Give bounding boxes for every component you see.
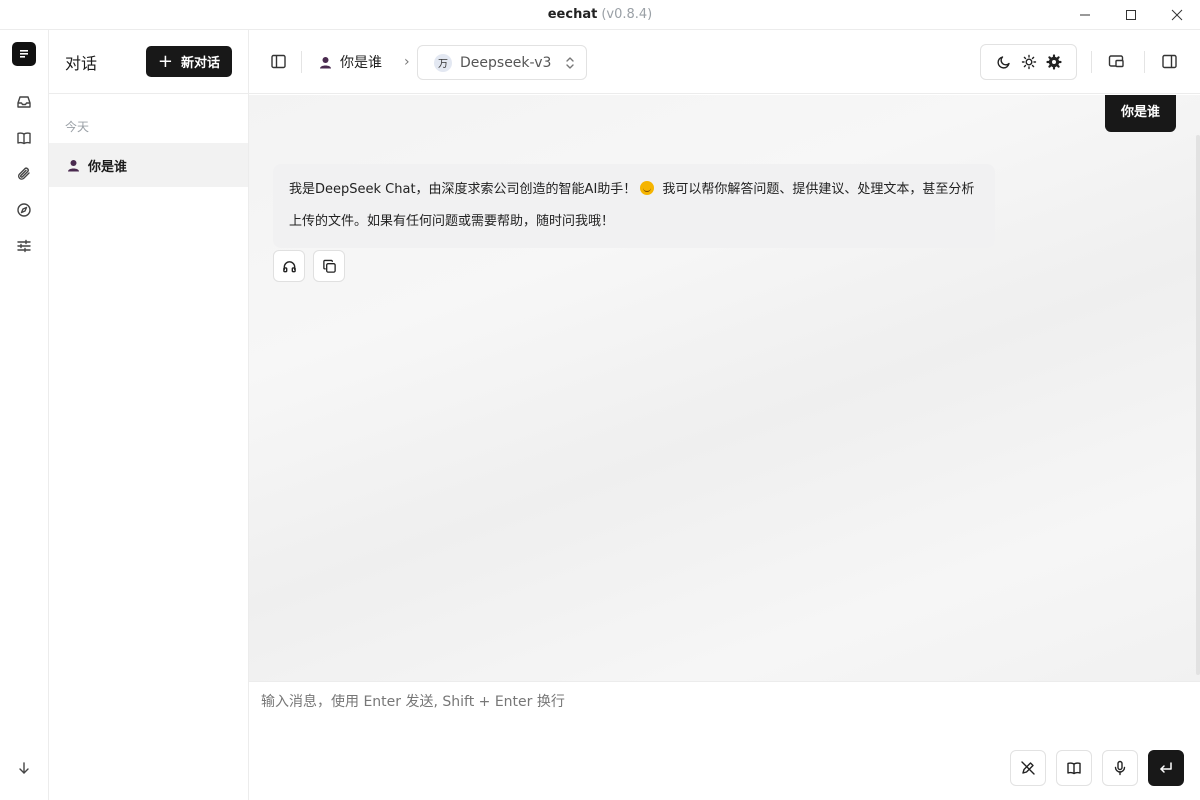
microphone-icon bbox=[1114, 760, 1126, 776]
close-icon bbox=[1171, 9, 1183, 21]
theme-toggle-group bbox=[980, 44, 1077, 80]
window-icon[interactable] bbox=[1108, 53, 1125, 70]
sidebar-right-icon[interactable] bbox=[1161, 53, 1178, 70]
minimize-icon bbox=[1080, 14, 1090, 16]
voice-input-button[interactable] bbox=[1102, 750, 1138, 786]
main-panel: 你是谁 › 万 Deepseek-v3 你是谁 我是DeepSeek Chat，… bbox=[249, 30, 1200, 800]
book-icon bbox=[1067, 762, 1081, 775]
edit-off-button[interactable] bbox=[1010, 750, 1046, 786]
message-composer bbox=[249, 681, 1200, 800]
smile-emoji-icon bbox=[640, 181, 655, 195]
model-selector[interactable]: 万 Deepseek-v3 bbox=[417, 45, 587, 80]
copy-icon bbox=[322, 259, 336, 273]
model-name: Deepseek-v3 bbox=[460, 54, 552, 71]
icon-rail bbox=[0, 30, 49, 800]
arrow-down-icon[interactable] bbox=[14, 758, 34, 778]
minimize-button[interactable] bbox=[1062, 0, 1108, 30]
divider bbox=[301, 51, 302, 73]
conversation-item[interactable]: 你是谁 bbox=[49, 143, 248, 187]
send-button[interactable] bbox=[1148, 750, 1184, 786]
user-icon bbox=[67, 159, 80, 172]
copy-button[interactable] bbox=[313, 250, 345, 282]
app-version: (v0.8.4) bbox=[601, 7, 653, 22]
maximize-button[interactable] bbox=[1108, 0, 1154, 30]
gear-icon[interactable] bbox=[1045, 54, 1062, 70]
new-chat-label: 新对话 bbox=[180, 56, 220, 71]
divider bbox=[1091, 51, 1092, 73]
assistant-message-text: 我是DeepSeek Chat，由深度求索公司创造的智能AI助手！ bbox=[289, 182, 637, 197]
new-chat-button[interactable]: + 新对话 bbox=[145, 46, 232, 77]
user-message: 你是谁 bbox=[1104, 95, 1176, 132]
chevron-updown-icon bbox=[564, 55, 576, 71]
app-title: eechat bbox=[547, 7, 598, 22]
moon-icon[interactable] bbox=[996, 54, 1012, 70]
user-icon bbox=[319, 56, 332, 69]
sidebar-title: 对话 bbox=[65, 53, 98, 73]
paperclip-icon[interactable] bbox=[14, 164, 34, 184]
read-aloud-button[interactable] bbox=[273, 250, 305, 282]
chevron-right-icon: › bbox=[404, 54, 410, 70]
sidebar-header: 对话 + 新对话 bbox=[49, 30, 248, 94]
sun-icon[interactable] bbox=[1021, 54, 1037, 70]
close-button[interactable] bbox=[1154, 0, 1200, 30]
breadcrumb: 你是谁 › bbox=[319, 52, 410, 72]
divider bbox=[1144, 51, 1145, 73]
assistant-message: 我是DeepSeek Chat，由深度求索公司创造的智能AI助手！ 我可以帮你解… bbox=[273, 164, 995, 248]
maximize-icon bbox=[1126, 10, 1136, 20]
top-bar: 你是谁 › 万 Deepseek-v3 bbox=[249, 30, 1200, 94]
compass-icon[interactable] bbox=[14, 200, 34, 220]
send-icon bbox=[1160, 762, 1172, 773]
conversation-sidebar: 对话 + 新对话 今天 你是谁 bbox=[49, 30, 249, 800]
sidebar-toggle-icon[interactable] bbox=[270, 53, 287, 70]
model-avatar: 万 bbox=[434, 53, 452, 72]
scrollbar[interactable] bbox=[1196, 135, 1200, 675]
book-icon[interactable] bbox=[14, 128, 34, 148]
window-controls bbox=[1062, 0, 1200, 30]
sliders-icon[interactable] bbox=[14, 236, 34, 256]
headphones-icon bbox=[282, 260, 296, 272]
group-label-today: 今天 bbox=[65, 120, 90, 134]
conversation-title: 你是谁 bbox=[88, 159, 128, 175]
edit-off-icon bbox=[1021, 761, 1035, 775]
breadcrumb-title[interactable]: 你是谁 bbox=[340, 52, 382, 72]
notes-logo-icon[interactable] bbox=[12, 42, 36, 66]
plus-icon: + bbox=[157, 50, 173, 72]
message-input[interactable] bbox=[261, 690, 1181, 714]
title-bar: eechat (v0.8.4) bbox=[0, 0, 1200, 30]
chat-area[interactable]: 你是谁 我是DeepSeek Chat，由深度求索公司创造的智能AI助手！ 我可… bbox=[249, 95, 1200, 681]
knowledge-button[interactable] bbox=[1056, 750, 1092, 786]
inbox-icon[interactable] bbox=[14, 92, 34, 112]
